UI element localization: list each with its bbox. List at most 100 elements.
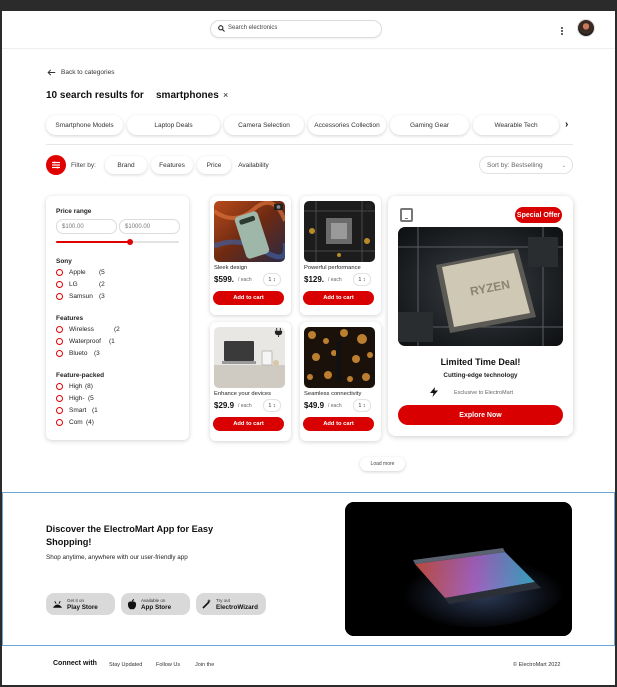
product-card[interactable]: Powerful performance $129. / each 1 ↕ Ad… <box>300 196 381 315</box>
category-chip-gaming-gear[interactable]: Gaming Gear <box>390 115 469 135</box>
max-price-input[interactable]: $1000.00 <box>119 219 180 234</box>
option-label: Blueto <box>69 350 88 357</box>
chevron-right-icon[interactable]: › <box>565 119 568 130</box>
user-avatar[interactable] <box>577 19 595 37</box>
add-to-cart-button[interactable]: Add to cart <box>213 417 284 431</box>
option-count: (1 <box>92 407 98 414</box>
radio-button[interactable] <box>56 350 63 357</box>
filter-option-high-end[interactable]: High- (5 <box>56 395 94 402</box>
radio-button[interactable] <box>56 326 63 333</box>
footer-link-stay-updated[interactable]: Stay Updated <box>109 662 142 668</box>
sort-dropdown[interactable]: Sort by: Bestselling ⌄ <box>479 156 573 174</box>
play-store-button[interactable]: Get it on Play Store <box>46 593 115 615</box>
app-download-section: Discover the ElectroMart App for Easy Sh… <box>2 492 615 646</box>
footer-link-follow-us[interactable]: Follow Us <box>156 662 180 668</box>
product-price: $49.9 <box>304 401 325 410</box>
product-card[interactable]: Enhance your devices $29.9 / each 1 ↕ Ad… <box>210 322 291 441</box>
radio-button[interactable] <box>56 269 63 276</box>
option-count: (5 <box>88 395 94 402</box>
radio-button[interactable] <box>56 383 63 390</box>
radio-button[interactable] <box>56 338 63 345</box>
product-price: $29.9 <box>214 401 235 410</box>
quantity-stepper[interactable]: 1 ↕ <box>353 399 371 412</box>
search-query: smartphones <box>156 90 219 101</box>
store-big-label: App Store <box>141 604 172 611</box>
category-chip-camera-selection[interactable]: Camera Selection <box>224 115 304 135</box>
footer-link-join[interactable]: Join the <box>195 662 214 668</box>
product-price: $129. <box>304 275 325 284</box>
product-price: $599. <box>214 275 235 284</box>
product-card[interactable]: Seamless connectivity $49.9 / each 1 ↕ A… <box>300 322 381 441</box>
product-card[interactable]: Sleek design $599. / each 1 ↕ Add to car… <box>210 196 291 315</box>
quantity-stepper[interactable]: 1 ↕ <box>353 273 371 286</box>
promo-image-processor: RYZEN <box>398 227 563 346</box>
electrowizard-button[interactable]: Try out ElectroWizard <box>196 593 266 615</box>
price-slider-handle[interactable] <box>126 239 133 245</box>
clear-query-icon[interactable]: × <box>223 90 228 100</box>
filter-chip-price[interactable]: Price <box>197 156 231 174</box>
filter-option-lg[interactable]: LG (2 <box>56 281 105 288</box>
option-count: (3 <box>99 293 105 300</box>
promo-subtitle: Cutting-edge technology <box>443 372 518 379</box>
back-link[interactable]: Back to categories <box>47 69 114 76</box>
filter-option-compact[interactable]: Com (4) <box>56 419 94 426</box>
filter-option-high[interactable]: High (8) <box>56 383 93 390</box>
option-label: Apple <box>69 269 86 276</box>
quantity-stepper[interactable]: 1 ↕ <box>263 273 281 286</box>
filter-option-smart[interactable]: Smart (1 <box>56 407 98 414</box>
option-label: High <box>69 383 83 390</box>
filter-option-bluetooth[interactable]: Blueto (3 <box>56 350 100 357</box>
search-input[interactable]: Search electronics <box>210 20 382 38</box>
add-to-cart-button[interactable]: Add to cart <box>213 291 284 305</box>
option-label: Com <box>69 419 83 426</box>
filter-chip-availability[interactable]: Availability <box>235 156 272 174</box>
radio-button[interactable] <box>56 281 63 288</box>
price-unit: / each <box>238 403 252 409</box>
category-chip-smartphone-models[interactable]: Smartphone Models <box>46 115 123 135</box>
filter-button[interactable] <box>46 155 66 175</box>
min-price-input[interactable]: $100.00 <box>56 219 117 234</box>
product-image-workspace <box>214 327 285 388</box>
option-count: (8) <box>85 383 93 390</box>
category-chip-accessories-collection[interactable]: Accessories Collection <box>308 115 386 135</box>
search-icon <box>218 25 225 32</box>
option-label: Waterproof <box>69 338 101 345</box>
product-image-bokeh <box>304 327 375 388</box>
product-image-circuit-board <box>304 201 375 262</box>
radio-button[interactable] <box>56 407 63 414</box>
store-small-label: Available on <box>141 598 166 603</box>
explore-now-button[interactable]: Explore Now <box>398 405 563 425</box>
lightning-icon <box>430 387 438 397</box>
quantity-stepper[interactable]: 1 ↕ <box>263 399 281 412</box>
option-count: (2 <box>114 326 120 333</box>
filter-chip-brand[interactable]: Brand <box>105 156 147 174</box>
add-to-cart-button[interactable]: Add to cart <box>303 291 374 305</box>
radio-button[interactable] <box>56 293 63 300</box>
tablet-icon <box>400 208 413 222</box>
filter-sidebar: Price range $100.00 $1000.00 Sony Apple (… <box>46 196 189 440</box>
filter-chip-features[interactable]: Features <box>151 156 193 174</box>
filter-option-waterproof[interactable]: Waterproof (1 <box>56 338 115 345</box>
radio-button[interactable] <box>56 419 63 426</box>
sort-label: Sort by: Bestselling <box>487 161 543 169</box>
option-count: (5 <box>99 269 105 276</box>
price-slider[interactable] <box>56 239 179 245</box>
product-title: Seamless connectivity <box>304 391 362 397</box>
filter-option-apple[interactable]: Apple (5 <box>56 269 105 276</box>
apple-icon <box>127 598 137 609</box>
back-label: Back to categories <box>61 69 115 76</box>
radio-button[interactable] <box>56 395 63 402</box>
kebab-menu-icon[interactable] <box>561 27 564 35</box>
category-chip-wearable-tech[interactable]: Wearable Tech <box>473 115 559 135</box>
filter-option-samsung[interactable]: Samsun (3 <box>56 293 105 300</box>
promo-card: Special Offer RYZEN Limited Time Deal! C… <box>388 196 573 436</box>
load-more-button[interactable]: Load more <box>360 457 405 471</box>
category-chip-laptop-deals[interactable]: Laptop Deals <box>127 115 220 135</box>
filter-option-wireless[interactable]: Wireless (2 <box>56 326 120 333</box>
chip-icon <box>364 202 373 211</box>
price-unit: / each <box>328 403 342 409</box>
add-to-cart-button[interactable]: Add to cart <box>303 417 374 431</box>
option-label: Wireless <box>69 326 94 333</box>
app-store-button[interactable]: Available on App Store <box>121 593 190 615</box>
plug-icon <box>274 328 283 337</box>
